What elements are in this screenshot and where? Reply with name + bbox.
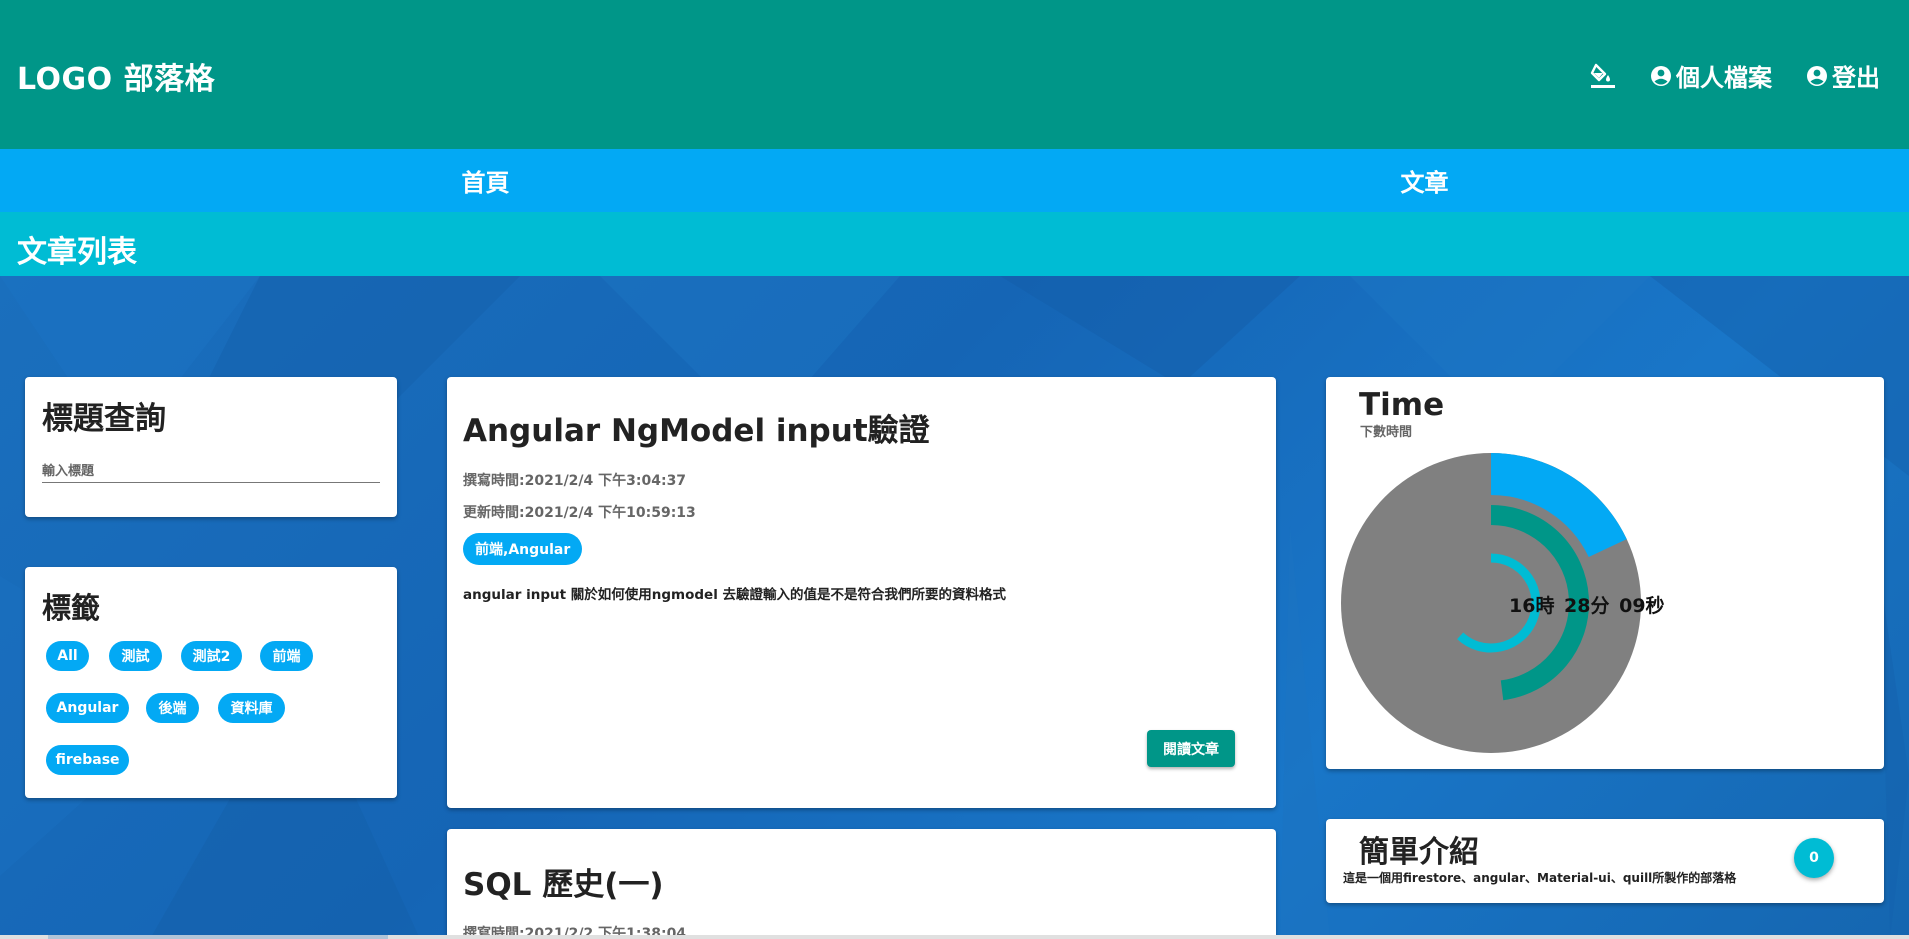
post-card: SQL 歷史(一) 撰寫時間:2021/2/2 下午1:38:04 xyxy=(447,829,1276,939)
read-article-button[interactable]: 閱讀文章 xyxy=(1147,730,1235,767)
nav-item-articles[interactable]: 文章 xyxy=(955,149,1894,212)
tag-chip-database[interactable]: 資料庫 xyxy=(218,693,285,723)
logout-label: 登出 xyxy=(1832,64,1880,92)
tag-chip-angular[interactable]: Angular xyxy=(46,693,129,723)
post-created-time: 撰寫時間:2021/2/4 下午3:04:37 xyxy=(463,473,687,489)
horizontal-scrollbar-thumb[interactable] xyxy=(48,935,388,939)
tag-chip-frontend[interactable]: 前端 xyxy=(260,641,313,671)
post-category-chip[interactable]: 前端,Angular xyxy=(463,533,583,565)
theme-button[interactable] xyxy=(1590,62,1616,90)
post-title[interactable]: Angular NgModel input驗證 xyxy=(463,405,930,450)
post-summary: angular input 關於如何使用ngmodel 去驗證輸入的值是不是符合… xyxy=(463,587,1007,603)
search-card: 標題查詢 xyxy=(25,377,397,517)
post-title[interactable]: SQL 歷史(一) xyxy=(463,859,664,904)
paint-bucket-icon xyxy=(1590,62,1616,90)
page-title: 文章列表 xyxy=(17,235,137,270)
horizontal-scrollbar[interactable] xyxy=(0,935,1909,939)
app-bar: LOGO 部落格 個人檔案 登出 xyxy=(0,0,1909,149)
intro-card-title: 簡單介紹 xyxy=(1359,835,1479,870)
intro-text: 這是一個用firestore、angular、Material-ui、quill… xyxy=(1343,871,1737,885)
logout-button[interactable]: 登出 xyxy=(1806,58,1880,93)
profile-label: 個人檔案 xyxy=(1676,64,1772,92)
tag-chip-test[interactable]: 測試 xyxy=(109,641,162,671)
tag-chip-all[interactable]: All xyxy=(46,641,89,671)
site-logo[interactable]: LOGO 部落格 xyxy=(17,54,215,98)
search-card-title: 標題查詢 xyxy=(42,401,166,437)
main-nav: 首頁 文章 xyxy=(0,149,1909,212)
search-input[interactable] xyxy=(42,461,380,483)
tag-chip-backend[interactable]: 後端 xyxy=(146,693,199,723)
tags-card: 標籤 All 測試 測試2 前端 Angular 後端 資料庫 firebase xyxy=(25,567,397,798)
time-card: Time 下數時間 16時 28分 09秒 xyxy=(1326,377,1884,769)
floating-action-button[interactable]: 0 xyxy=(1794,838,1834,878)
account-circle-icon xyxy=(1806,65,1828,87)
account-circle-icon xyxy=(1650,65,1672,87)
page-title-bar: 文章列表 xyxy=(0,212,1909,276)
tag-chip-test2[interactable]: 測試2 xyxy=(181,641,242,671)
nav-item-home[interactable]: 首頁 xyxy=(16,149,955,212)
profile-button[interactable]: 個人檔案 xyxy=(1650,58,1772,93)
time-card-title: Time xyxy=(1359,387,1445,423)
countdown-text: 16時 28分 09秒 xyxy=(1509,595,1665,617)
tag-chip-firebase[interactable]: firebase xyxy=(46,745,129,775)
time-card-subtitle: 下數時間 xyxy=(1360,425,1413,440)
post-card: Angular NgModel input驗證 撰寫時間:2021/2/4 下午… xyxy=(447,377,1276,808)
app-bar-actions: 個人檔案 登出 xyxy=(1590,58,1880,93)
post-updated-time: 更新時間:2021/2/4 下午10:59:13 xyxy=(463,505,696,521)
tags-card-title: 標籤 xyxy=(42,591,101,625)
